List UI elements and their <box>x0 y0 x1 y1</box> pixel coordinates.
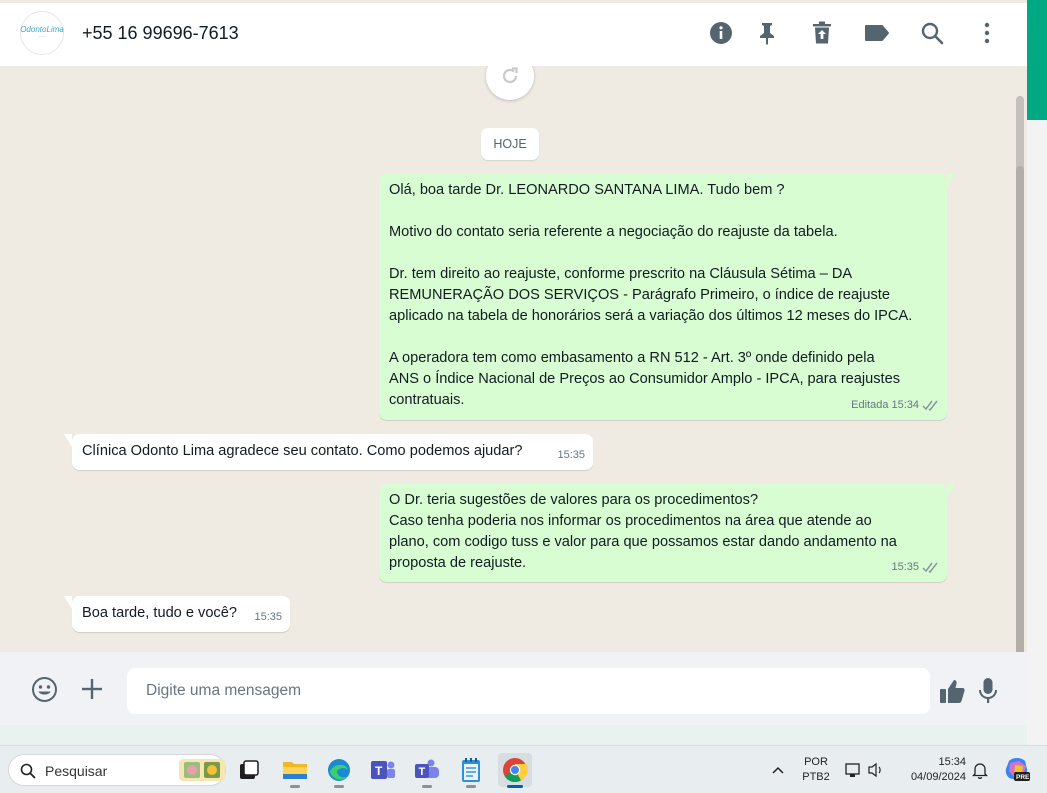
message-list[interactable]: HOJE Olá, boa tarde Dr. LEONARDO SANTANA… <box>0 66 1027 652</box>
message-composer <box>0 652 1027 725</box>
label-icon[interactable] <box>863 19 891 47</box>
avatar-logo-subtext: ~~~ <box>38 34 46 39</box>
search-highlight-icon <box>179 759 225 781</box>
message-bubble-incoming[interactable]: Clínica Odonto Lima agradece seu contato… <box>64 434 593 470</box>
message-meta: Editada 15:34 <box>851 395 939 416</box>
clock-time: 15:34 <box>938 756 966 768</box>
file-explorer-icon[interactable] <box>278 753 312 788</box>
message-time: 15:35 <box>557 449 585 461</box>
whatsapp-window: OdontoLima ~~~ +55 16 99696-7613 HOJE Ol… <box>0 0 1027 725</box>
message-time: 15:35 <box>254 611 282 623</box>
double-check-icon <box>922 562 938 573</box>
chat-scrollbar-thumb[interactable] <box>1016 166 1024 652</box>
svg-text:T: T <box>419 766 426 778</box>
message-meta: 15:35 <box>891 557 939 578</box>
menu-icon[interactable] <box>973 19 1001 47</box>
message-text: Clínica Odonto Lima agradece seu contato… <box>82 443 523 459</box>
clock-date: 04/09/2024 <box>910 771 966 783</box>
chat-header: OdontoLima ~~~ +55 16 99696-7613 <box>0 3 1027 66</box>
search-label: Pesquisar <box>45 763 108 779</box>
message-text: Olá, boa tarde Dr. LEONARDO SANTANA LIMA… <box>389 182 913 408</box>
message-text: Boa tarde, tudo e você? <box>82 605 237 621</box>
info-icon[interactable] <box>707 19 735 47</box>
message-time: 15:34 <box>891 399 919 411</box>
contact-name[interactable]: +55 16 99696-7613 <box>82 23 239 44</box>
teams-icon[interactable]: T <box>410 753 444 788</box>
pin-icon[interactable] <box>753 19 781 47</box>
message-bubble-outgoing[interactable]: Olá, boa tarde Dr. LEONARDO SANTANA LIMA… <box>379 174 955 420</box>
svg-text:T: T <box>375 764 383 778</box>
notification-bell-icon[interactable] <box>970 760 990 780</box>
language-code: POR <box>804 756 828 768</box>
window-side-panel <box>1027 0 1047 745</box>
windows-taskbar: Pesquisar T T POR PTB2 15:34 04/09/2024 … <box>0 745 1047 793</box>
message-input[interactable] <box>127 668 930 714</box>
message-bubble-incoming[interactable]: Boa tarde, tudo e você? 15:35 <box>64 596 290 632</box>
double-check-icon <box>922 400 938 411</box>
bubble-tail <box>947 484 955 497</box>
edge-browser-icon[interactable] <box>322 753 356 788</box>
refresh-icon <box>502 67 518 84</box>
notepad-icon[interactable] <box>454 753 488 788</box>
message-meta: 15:35 <box>254 607 282 628</box>
bubble-tail <box>64 434 72 447</box>
keyboard-layout: PTB2 <box>802 771 830 783</box>
bubble-tail <box>64 596 72 609</box>
message-meta: 15:35 <box>557 445 585 466</box>
teams-classic-icon[interactable]: T <box>366 753 400 787</box>
load-older-button[interactable] <box>486 66 534 100</box>
message-bubble-outgoing[interactable]: O Dr. teria sugestões de valores para os… <box>379 484 955 582</box>
emoji-icon[interactable] <box>29 674 59 704</box>
thumbs-up-icon[interactable] <box>937 676 967 706</box>
message-text: O Dr. teria sugestões de valores para os… <box>389 492 897 571</box>
taskbar-search[interactable]: Pesquisar <box>8 754 226 786</box>
search-icon[interactable] <box>918 19 946 47</box>
edited-label: Editada <box>851 399 889 411</box>
copilot-icon[interactable]: PRE <box>1003 757 1031 783</box>
delete-icon[interactable] <box>808 19 836 47</box>
attach-plus-icon[interactable] <box>77 674 107 704</box>
copilot-badge: PRE <box>1016 774 1030 781</box>
date-divider: HOJE <box>481 128 539 160</box>
network-icon[interactable] <box>843 760 863 780</box>
chrome-browser-icon[interactable] <box>498 753 532 788</box>
bubble-tail <box>947 174 955 187</box>
task-view-icon[interactable] <box>232 753 266 787</box>
search-icon <box>20 763 36 784</box>
keyboard-language[interactable]: POR PTB2 <box>800 755 832 785</box>
volume-icon[interactable] <box>866 760 886 780</box>
contact-avatar[interactable]: OdontoLima ~~~ <box>20 11 64 55</box>
avatar-logo-text: OdontoLima <box>20 25 64 34</box>
message-time: 15:35 <box>891 561 919 573</box>
microphone-icon[interactable] <box>973 676 1003 706</box>
system-clock[interactable]: 15:34 04/09/2024 <box>898 755 966 785</box>
chevron-up-icon[interactable] <box>768 760 788 780</box>
